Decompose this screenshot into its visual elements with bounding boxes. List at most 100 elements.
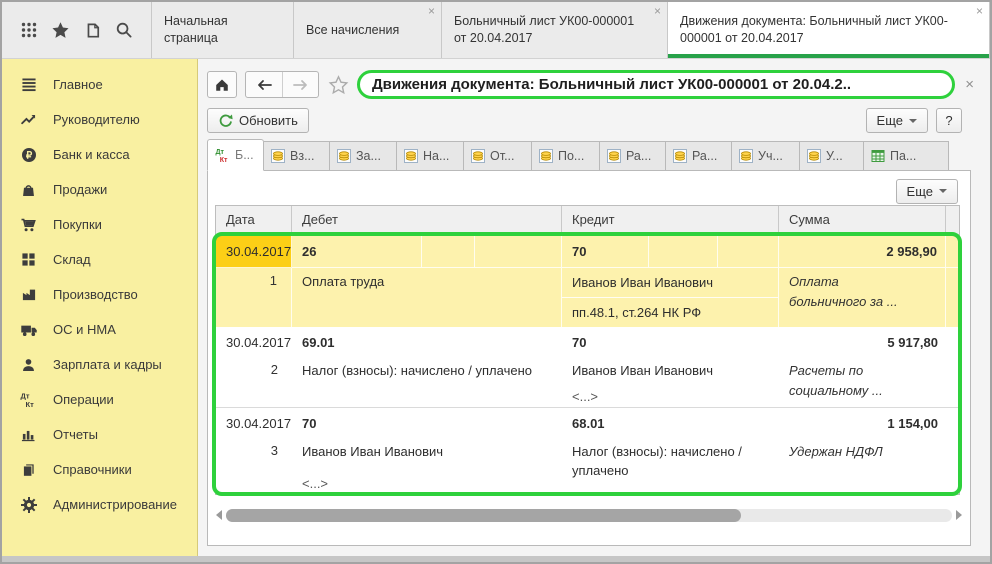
cell-debit-account[interactable]: 26 [292,235,422,267]
tab-register-3[interactable]: За... [330,141,397,171]
cell-credit-account[interactable]: 68.01 [562,408,779,438]
cell-note[interactable]: Расчеты по социальному ... [779,357,946,407]
table-rows: 30.04.2017 26 70 [216,235,959,494]
cell-amount[interactable]: 5 917,80 [779,327,946,357]
table-row[interactable]: 30.04.2017 70 68.01 1 154,00 3 Иванов Ив… [216,407,959,494]
table-row[interactable]: 30.04.2017 26 70 [216,235,959,327]
tab-register-11[interactable]: Па... [864,141,949,171]
coins-icon [607,149,621,163]
cell-note[interactable]: Удержан НДФЛ [779,438,946,494]
form-close-icon[interactable]: × [963,76,976,93]
sidebar-item-administration[interactable]: Администрирование [2,487,197,522]
cell-note[interactable]: Оплата больничного за ... [779,268,946,327]
help-button[interactable]: ? [936,108,962,133]
coins-icon [337,149,351,163]
scrollbar-track[interactable] [226,509,952,522]
refresh-button[interactable]: Обновить [207,108,309,133]
more-button[interactable]: Еще [866,108,928,133]
scroll-right-icon[interactable] [956,510,962,520]
tab-register-7[interactable]: Ра... [600,141,666,171]
scrollbar-thumb[interactable] [226,509,741,522]
svg-text:Кт: Кт [26,400,35,408]
tab-register-6[interactable]: По... [532,141,600,171]
table-row[interactable]: 30.04.2017 69.01 70 5 917,80 2 Налог (вз… [216,327,959,407]
ruble-circle-icon: ₽ [19,146,38,163]
coins-icon [471,149,485,163]
sidebar-item-purchases[interactable]: Покупки [2,207,197,242]
table-more-button[interactable]: Еще [896,179,958,204]
tab-register-10[interactable]: У... [800,141,864,171]
sidebar-item-label: Администрирование [53,497,177,512]
column-header-credit[interactable]: Кредит [562,206,779,234]
dropdown-caret-icon [939,189,947,193]
sidebar-item-payroll[interactable]: Зарплата и кадры [2,347,197,382]
forward-button[interactable] [282,72,318,97]
home-button[interactable] [207,71,237,98]
sidebar-item-directories[interactable]: Справочники [2,452,197,487]
cell-credit-subconto[interactable]: Иванов Иван Иванович <...> [562,357,779,407]
cell-debit-subconto[interactable]: Иванов Иван Иванович <...> [292,438,562,494]
tab-close-icon[interactable]: × [428,5,435,17]
tab-register-8[interactable]: Ра... [666,141,732,171]
cell-debit-subconto[interactable]: Оплата труда [292,268,562,327]
column-header-sum[interactable]: Сумма [779,206,946,234]
tab-register-2[interactable]: Вз... [264,141,330,171]
sidebar-item-manager[interactable]: Руководителю [2,102,197,137]
top-tab-doc-movements[interactable]: Движения документа: Больничный лист УК00… [668,2,990,58]
tab-register-9[interactable]: Уч... [732,141,800,171]
dtkt-icon: ДтКт [19,391,38,408]
page-title: Движения документа: Больничный лист УК00… [357,70,955,99]
sidebar-item-fixed-assets[interactable]: ОС и НМА [2,312,197,347]
tab-close-icon[interactable]: × [976,5,983,17]
sidebar-item-production[interactable]: Производство [2,277,197,312]
cell-credit-account[interactable]: 70 [562,327,779,357]
section-sidebar: Главное Руководителю ₽ Банк и касса Прод… [2,59,198,556]
svg-text:Кт: Кт [220,157,228,163]
cell-credit-subconto2[interactable]: пп.48.1, ст.264 НК РФ [562,297,778,326]
top-tab-accruals[interactable]: Все начисления × [294,2,442,58]
top-tab-home[interactable]: Начальная страница [152,2,294,58]
column-header-date[interactable]: Дата [216,206,292,234]
favorites-star-icon[interactable] [48,17,74,43]
app-grid-icon[interactable] [16,17,42,43]
top-tab-sick-leave[interactable]: Больничный лист УК00-000001 от 20.04.201… [442,2,668,58]
cell-amount[interactable]: 2 958,90 [779,235,946,268]
tab-accounting-register[interactable]: ДтКт Б... [207,139,264,171]
cell-credit-subconto[interactable]: Налог (взносы): начислено / уплачено [562,438,779,494]
register-page: Еще Дата Дебет Кредит Сумма [207,170,971,546]
sidebar-item-bank[interactable]: ₽ Банк и касса [2,137,197,172]
back-button[interactable] [246,72,282,97]
cell-credit-account[interactable]: 70 [562,235,649,267]
cell-date[interactable]: 30.04.2017 [216,327,292,357]
favorite-star-icon[interactable] [327,75,349,95]
cell-amount[interactable]: 1 154,00 [779,408,946,438]
bag-icon [19,181,38,198]
history-icon[interactable] [79,17,105,43]
chart-icon [19,426,38,443]
tab-register-5[interactable]: От... [464,141,532,171]
sidebar-item-main[interactable]: Главное [2,67,197,102]
factory-icon [19,286,38,303]
cell-debit-subconto[interactable]: Налог (взносы): начислено / уплачено [292,357,562,407]
quick-tools [2,2,152,58]
cell-date[interactable]: 30.04.2017 [216,408,292,438]
sidebar-item-reports[interactable]: Отчеты [2,417,197,452]
postings-table: Дата Дебет Кредит Сумма 30.04.2017 [215,205,960,495]
sidebar-item-operations[interactable]: ДтКт Операции [2,382,197,417]
register-tab-strip: ДтКт Б... Вз... За... На... От... [198,139,990,171]
cell-debit-account[interactable]: 70 [292,408,562,438]
tab-register-4[interactable]: На... [397,141,464,171]
gear-icon [19,496,38,513]
scroll-left-icon[interactable] [216,510,222,520]
sidebar-item-label: Операции [53,392,114,407]
cell-credit-subconto[interactable]: Иванов Иван Иванович [562,268,778,297]
subconto-placeholder: <...> [302,475,554,494]
sidebar-item-label: Справочники [53,462,132,477]
column-header-debit[interactable]: Дебет [292,206,562,234]
sidebar-item-warehouse[interactable]: Склад [2,242,197,277]
sidebar-item-sales[interactable]: Продажи [2,172,197,207]
cell-date-selected[interactable]: 30.04.2017 [216,235,292,268]
tab-close-icon[interactable]: × [654,5,661,17]
search-icon[interactable] [111,17,137,43]
cell-debit-account[interactable]: 69.01 [292,327,562,357]
